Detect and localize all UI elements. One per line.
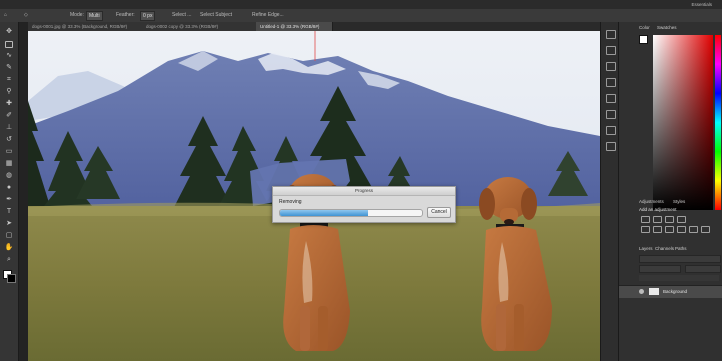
tab-paths[interactable]: Paths [675, 245, 687, 253]
dodge-tool-icon[interactable]: ● [4, 184, 14, 192]
adjustment-icons [627, 216, 713, 236]
progress-bar [279, 209, 423, 217]
tab-color[interactable]: Color [639, 24, 650, 32]
pen-tool-icon[interactable]: ✒ [4, 196, 14, 204]
cancel-button[interactable]: Cancel [427, 207, 451, 218]
curves-icon[interactable] [665, 216, 674, 223]
gradient-tool-icon[interactable]: ▦ [4, 160, 14, 168]
character-panel-icon[interactable] [606, 62, 616, 71]
tab-swatches[interactable]: Swatches [657, 24, 677, 32]
channel-mixer-icon[interactable] [701, 226, 710, 233]
layer-row[interactable]: Background [619, 285, 722, 298]
foreground-swatch[interactable] [639, 35, 648, 44]
paragraph-panel-icon[interactable] [606, 78, 616, 87]
move-tool-icon[interactable]: ✥ [4, 28, 14, 36]
dialog-title: Progress [273, 187, 455, 196]
tab-document-3[interactable]: Untitled-1 @ 33.3% (RGB/8#) [256, 22, 333, 31]
zoom-tool-icon[interactable]: ⌕ [4, 256, 14, 264]
progress-status-text: Removing [279, 199, 302, 205]
path-select-icon[interactable]: ➤ [4, 220, 14, 228]
eyedropper-tool-icon[interactable]: ⚲ [4, 88, 14, 96]
hue-slider[interactable] [715, 35, 721, 210]
panel-dock-icons [600, 22, 619, 361]
add-adjustment-label: Add an adjustment [639, 207, 677, 212]
brush-tool-icon[interactable]: ✐ [4, 112, 14, 120]
eye-icon[interactable] [639, 289, 644, 294]
hue-saturation-icon[interactable] [653, 226, 662, 233]
tab-adjustments[interactable]: Adjustments [639, 198, 664, 206]
healing-tool-icon[interactable]: ✚ [4, 100, 14, 108]
layer-thumbnail [649, 288, 659, 295]
hand-tool-icon[interactable]: ✋ [4, 244, 14, 252]
tab-document-1[interactable]: dogs-0001.jpg @ 33.3% (Background, RGB/8… [28, 22, 145, 31]
progress-bar-fill [280, 210, 369, 216]
color-balance-icon[interactable] [665, 226, 674, 233]
tab-channels[interactable]: Channels [655, 245, 674, 253]
options-bar: ⌂ ◇ Mode: Multi Feather: 0 px Select ...… [0, 9, 722, 23]
crop-tool-icon[interactable]: ⌗ [4, 76, 14, 84]
right-panels: Color Swatches Adjustments Styles Add an… [618, 22, 722, 361]
history-panel-icon[interactable] [606, 30, 616, 39]
color-field[interactable] [653, 35, 713, 210]
stamp-tool-icon[interactable]: ⊥ [4, 124, 14, 132]
vibrance-icon[interactable] [641, 226, 650, 233]
mode-select[interactable]: Multi [86, 11, 103, 21]
opacity-field[interactable] [685, 265, 721, 273]
workspace-label[interactable]: Essentials [691, 0, 712, 9]
app-title-bar: Essentials [0, 0, 722, 9]
properties-panel-icon[interactable] [606, 46, 616, 55]
actions-panel-icon[interactable] [606, 126, 616, 135]
mode-label: Mode: [70, 12, 84, 18]
tools-panel: ✥ ∿ ✎ ⌗ ⚲ ✚ ✐ ⊥ ↺ ▭ ▦ ◍ ● ✒ T ➤ ▢ ✋ ⌕ [0, 22, 19, 361]
history-brush-icon[interactable]: ↺ [4, 136, 14, 144]
eraser-tool-icon[interactable]: ▭ [4, 148, 14, 156]
photo-filter-icon[interactable] [689, 226, 698, 233]
brush-panel-icon[interactable] [606, 94, 616, 103]
feather-label: Feather: [116, 12, 135, 18]
levels-icon[interactable] [653, 216, 662, 223]
tab-layers[interactable]: Layers [639, 245, 653, 253]
blur-tool-icon[interactable]: ◍ [4, 172, 14, 180]
layer-name: Background [663, 289, 688, 294]
background-color-swatch[interactable] [7, 274, 16, 283]
marquee-tool-icon[interactable] [4, 40, 14, 48]
tool-preset-icon[interactable]: ◇ [24, 10, 28, 20]
refine-edge-button[interactable]: Refine Edge... [252, 10, 284, 20]
quick-select-tool-icon[interactable]: ✎ [4, 64, 14, 72]
tab-document-2[interactable]: dogs-0002 copy @ 33.3% (RGB/8#) [142, 22, 259, 31]
lock-row [639, 275, 719, 281]
info-panel-icon[interactable] [606, 142, 616, 151]
black-white-icon[interactable] [677, 226, 686, 233]
brightness-icon[interactable] [641, 216, 650, 223]
exposure-icon[interactable] [677, 216, 686, 223]
tab-styles[interactable]: Styles [673, 198, 685, 206]
home-icon[interactable]: ⌂ [4, 10, 14, 20]
shape-tool-icon[interactable]: ▢ [4, 232, 14, 240]
feather-input[interactable]: 0 px [140, 11, 156, 21]
progress-dialog: Progress Removing Cancel [272, 186, 456, 223]
select-label[interactable]: Select ... [172, 10, 191, 20]
type-tool-icon[interactable]: T [4, 208, 14, 216]
clone-source-icon[interactable] [606, 110, 616, 119]
blend-mode-select[interactable] [639, 265, 681, 273]
select-subject-button[interactable]: Select Subject [200, 10, 232, 20]
lasso-tool-icon[interactable]: ∿ [4, 52, 14, 60]
document-tabs: dogs-0001.jpg @ 33.3% (Background, RGB/8… [28, 22, 600, 31]
layer-filter-bar[interactable] [639, 255, 721, 263]
